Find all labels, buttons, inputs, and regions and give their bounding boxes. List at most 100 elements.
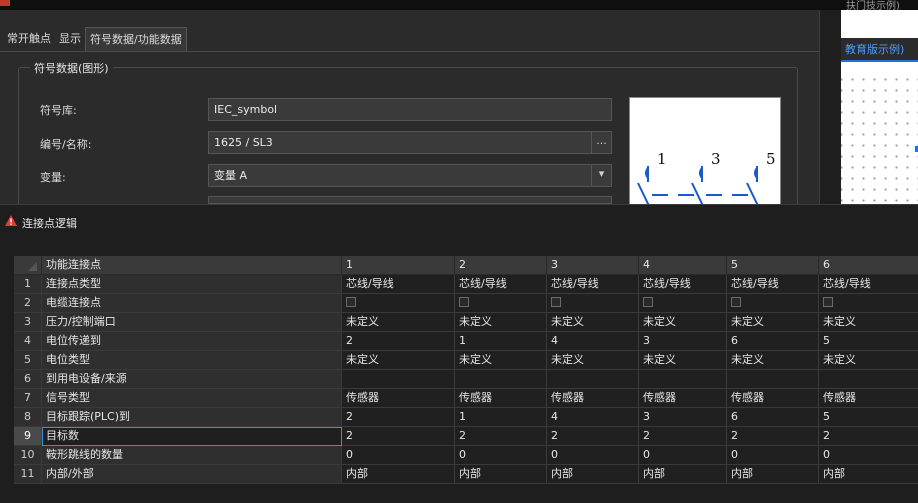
table-cell[interactable]: 芯线/导线 bbox=[342, 275, 455, 294]
table-row[interactable]: 10 鞍形跳线的数量 0 0 0 0 0 0 bbox=[14, 446, 918, 465]
header-col-6[interactable]: 6 bbox=[819, 256, 918, 275]
table-cell[interactable]: 芯线/导线 bbox=[639, 275, 727, 294]
table-cell[interactable] bbox=[727, 370, 819, 389]
partial-field[interactable] bbox=[208, 196, 612, 204]
symbol-library-field[interactable]: IEC_symbol bbox=[208, 98, 612, 121]
cable-point-checkbox[interactable] bbox=[342, 294, 455, 313]
browse-button[interactable]: ... bbox=[591, 132, 611, 153]
table-cell[interactable]: 2 bbox=[342, 408, 455, 427]
row-index[interactable]: 8 bbox=[14, 408, 42, 427]
cable-point-checkbox[interactable] bbox=[547, 294, 639, 313]
table-cell[interactable]: 2 bbox=[819, 427, 918, 446]
row-index[interactable]: 9 bbox=[14, 427, 42, 446]
header-col-5[interactable]: 5 bbox=[727, 256, 819, 275]
schematic-tab[interactable]: 教育版示例) bbox=[841, 38, 918, 62]
table-row[interactable]: 6 到用电设备/来源 bbox=[14, 370, 918, 389]
row-index[interactable]: 11 bbox=[14, 465, 42, 484]
row-name[interactable]: 内部/外部 bbox=[42, 465, 342, 484]
row-name[interactable]: 目标跟踪(PLC)到 bbox=[42, 408, 342, 427]
table-cell[interactable]: 2 bbox=[342, 427, 455, 446]
checkbox[interactable] bbox=[823, 297, 833, 307]
table-cell[interactable]: 2 bbox=[342, 332, 455, 351]
table-cell[interactable]: 芯线/导线 bbox=[455, 275, 547, 294]
tab-display[interactable]: 显示 bbox=[55, 27, 85, 51]
row-name[interactable]: 压力/控制端口 bbox=[42, 313, 342, 332]
table-cell[interactable]: 未定义 bbox=[819, 313, 918, 332]
row-index[interactable]: 2 bbox=[14, 294, 42, 313]
table-cell[interactable]: 内部 bbox=[342, 465, 455, 484]
table-row[interactable]: 5 电位类型 未定义 未定义 未定义 未定义 未定义 未定义 bbox=[14, 351, 918, 370]
header-col-4[interactable]: 4 bbox=[639, 256, 727, 275]
table-cell[interactable]: 内部 bbox=[639, 465, 727, 484]
table-cell[interactable]: 3 bbox=[639, 408, 727, 427]
table-cell[interactable]: 芯线/导线 bbox=[819, 275, 918, 294]
table-cell[interactable]: 内部 bbox=[547, 465, 639, 484]
header-col-1[interactable]: 1 bbox=[342, 256, 455, 275]
table-cell[interactable]: 传感器 bbox=[547, 389, 639, 408]
checkbox[interactable] bbox=[346, 297, 356, 307]
schematic-grid[interactable] bbox=[841, 70, 918, 204]
header-col-2[interactable]: 2 bbox=[455, 256, 547, 275]
table-cell[interactable]: 0 bbox=[639, 446, 727, 465]
table-cell[interactable]: 芯线/导线 bbox=[727, 275, 819, 294]
table-cell[interactable]: 2 bbox=[639, 427, 727, 446]
table-cell[interactable]: 0 bbox=[547, 446, 639, 465]
row-name[interactable]: 电位类型 bbox=[42, 351, 342, 370]
cable-point-checkbox[interactable] bbox=[727, 294, 819, 313]
number-name-field[interactable]: 1625 / SL3 ... bbox=[208, 131, 612, 154]
table-cell[interactable]: 内部 bbox=[819, 465, 918, 484]
row-index[interactable]: 7 bbox=[14, 389, 42, 408]
table-row[interactable]: 3 压力/控制端口 未定义 未定义 未定义 未定义 未定义 未定义 bbox=[14, 313, 918, 332]
table-cell[interactable]: 1 bbox=[455, 408, 547, 427]
row-index[interactable]: 5 bbox=[14, 351, 42, 370]
table-cell[interactable]: 未定义 bbox=[819, 351, 918, 370]
table-cell[interactable]: 传感器 bbox=[819, 389, 918, 408]
table-cell[interactable]: 芯线/导线 bbox=[547, 275, 639, 294]
table-cell[interactable]: 未定义 bbox=[455, 313, 547, 332]
table-cell[interactable]: 未定义 bbox=[342, 313, 455, 332]
table-cell[interactable]: 未定义 bbox=[727, 313, 819, 332]
row-name[interactable]: 电位传递到 bbox=[42, 332, 342, 351]
checkbox[interactable] bbox=[643, 297, 653, 307]
row-index[interactable]: 10 bbox=[14, 446, 42, 465]
table-cell[interactable]: 0 bbox=[342, 446, 455, 465]
cable-point-checkbox[interactable] bbox=[455, 294, 547, 313]
row-name[interactable]: 连接点类型 bbox=[42, 275, 342, 294]
table-cell[interactable] bbox=[819, 370, 918, 389]
table-cell[interactable]: 0 bbox=[455, 446, 547, 465]
row-name[interactable]: 信号类型 bbox=[42, 389, 342, 408]
row-index[interactable]: 4 bbox=[14, 332, 42, 351]
table-cell[interactable]: 3 bbox=[639, 332, 727, 351]
table-cell[interactable]: 未定义 bbox=[547, 313, 639, 332]
table-cell[interactable]: 5 bbox=[819, 332, 918, 351]
table-cell[interactable]: 6 bbox=[727, 408, 819, 427]
header-name[interactable]: 功能连接点 bbox=[42, 256, 342, 275]
checkbox[interactable] bbox=[459, 297, 469, 307]
select-all-corner[interactable] bbox=[14, 256, 42, 275]
table-cell[interactable] bbox=[342, 370, 455, 389]
table-cell[interactable]: 未定义 bbox=[727, 351, 819, 370]
table-row[interactable]: 1 连接点类型 芯线/导线 芯线/导线 芯线/导线 芯线/导线 芯线/导线 芯线/导线 bbox=[14, 275, 918, 294]
table-cell[interactable]: 传感器 bbox=[727, 389, 819, 408]
table-cell[interactable]: 2 bbox=[547, 427, 639, 446]
tab-normally-open-contact[interactable]: 常开触点 bbox=[3, 27, 55, 51]
table-cell[interactable]: 内部 bbox=[727, 465, 819, 484]
row-name[interactable]: 电缆连接点 bbox=[42, 294, 342, 313]
table-cell[interactable]: 内部 bbox=[455, 465, 547, 484]
table-cell[interactable]: 4 bbox=[547, 408, 639, 427]
row-index[interactable]: 6 bbox=[14, 370, 42, 389]
table-row[interactable]: 2 电缆连接点 bbox=[14, 294, 918, 313]
table-row[interactable]: 8 目标跟踪(PLC)到 2 1 4 3 6 5 bbox=[14, 408, 918, 427]
table-cell[interactable]: 1 bbox=[455, 332, 547, 351]
table-cell[interactable]: 6 bbox=[727, 332, 819, 351]
table-cell[interactable]: 2 bbox=[727, 427, 819, 446]
table-cell[interactable]: 传感器 bbox=[639, 389, 727, 408]
table-cell[interactable]: 传感器 bbox=[342, 389, 455, 408]
table-row[interactable]: 11 内部/外部 内部 内部 内部 内部 内部 内部 bbox=[14, 465, 918, 484]
row-name[interactable]: 鞍形跳线的数量 bbox=[42, 446, 342, 465]
table-row[interactable]: 4 电位传递到 2 1 4 3 6 5 bbox=[14, 332, 918, 351]
cable-point-checkbox[interactable] bbox=[639, 294, 727, 313]
table-cell[interactable]: 5 bbox=[819, 408, 918, 427]
variant-dropdown[interactable]: 变量 A ▾ bbox=[208, 164, 612, 187]
row-index[interactable]: 1 bbox=[14, 275, 42, 294]
